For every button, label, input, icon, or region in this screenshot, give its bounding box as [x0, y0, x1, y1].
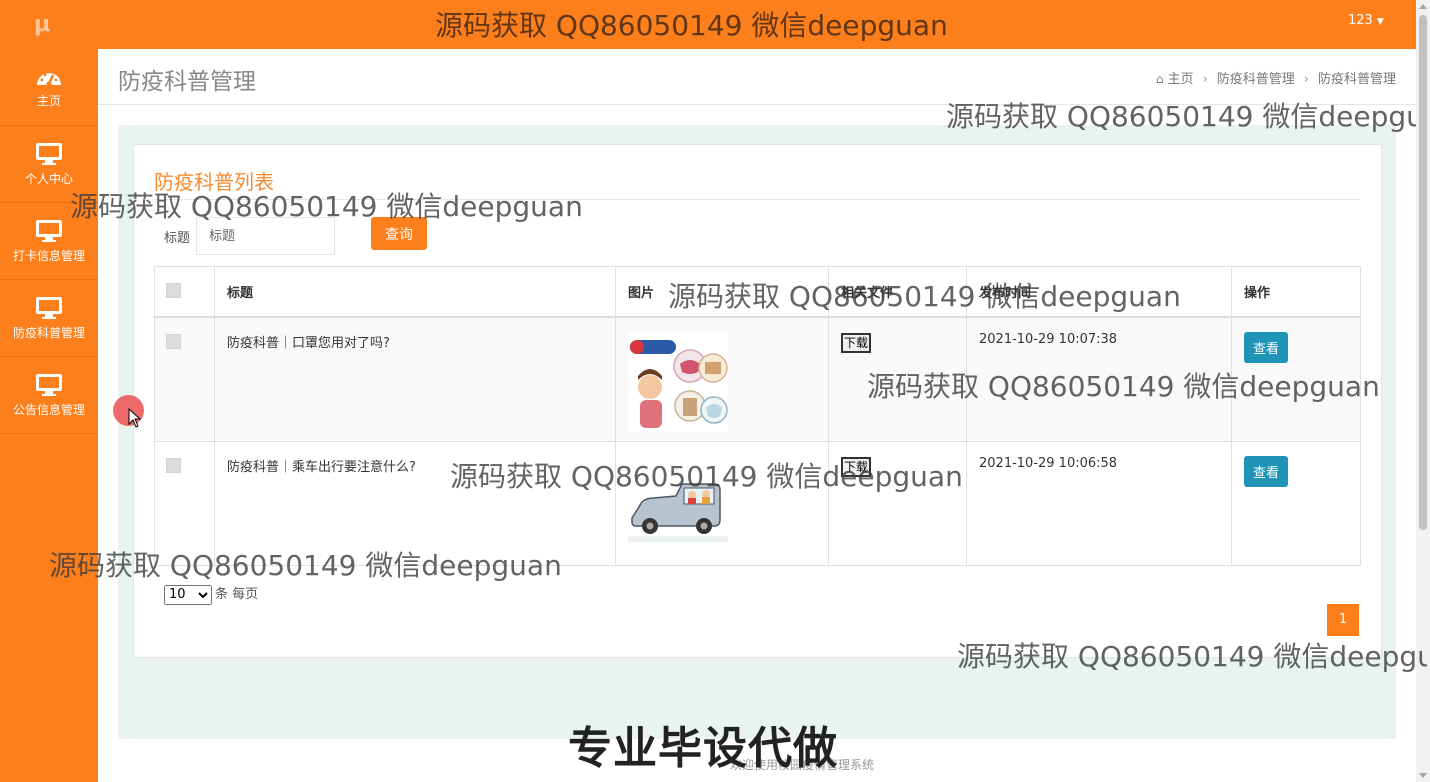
select-all-cell: [154, 266, 215, 318]
breadcrumb-home[interactable]: 主页: [1168, 68, 1194, 87]
sidebar-item-checkin-management[interactable]: 打卡信息管理: [0, 203, 98, 280]
page-title: 防疫科普管理: [118, 69, 256, 95]
search-label: 标题: [164, 231, 191, 246]
column-header: 图片: [615, 266, 829, 318]
mask-infographic-thumbnail[interactable]: [628, 332, 728, 432]
monitor-icon: [36, 219, 62, 242]
row-action-cell: 查看: [1231, 440, 1361, 566]
row-file-cell: 下载: [828, 440, 967, 566]
chevron-right-icon: ›: [1303, 72, 1309, 87]
row-file-cell: 下载: [828, 316, 967, 442]
row-checkbox[interactable]: [166, 334, 181, 349]
view-button[interactable]: 查看: [1244, 332, 1289, 363]
page-size-label: 条 每页: [215, 587, 259, 602]
home-icon: ⌂: [1155, 72, 1164, 86]
science-table: 标题 图片 相关文件 发布时间 操作 防疫科普｜口罩您用对了吗? 下载 2021…: [154, 266, 1361, 566]
dashboard-icon: [37, 72, 61, 86]
caret-down-icon: ▼: [1376, 17, 1384, 27]
breadcrumb: ⌂ 主页 › 防疫科普管理 › 防疫科普管理: [1156, 68, 1396, 87]
column-header: 操作: [1231, 266, 1361, 318]
row-title: 防疫科普｜乘车出行要注意什么?: [214, 440, 616, 566]
column-header: 发布时间: [966, 266, 1232, 318]
table-row: 防疫科普｜乘车出行要注意什么? 下载 2021-10-29 10:06:58 查…: [154, 440, 1361, 566]
row-image-cell: [615, 440, 829, 566]
table-row: 防疫科普｜口罩您用对了吗? 下载 2021-10-29 10:07:38 查看: [154, 316, 1361, 442]
sidebar-item-announcements[interactable]: 公告信息管理: [0, 357, 98, 434]
monitor-icon: [36, 142, 62, 165]
sidebar: 主页 个人中心 打卡信息管理 防疫科普管理 公告信息管理: [0, 49, 98, 782]
page-size-select[interactable]: 10: [164, 584, 212, 605]
scroll-down-arrow-icon[interactable]: [1419, 773, 1427, 778]
row-time: 2021-10-29 10:06:58: [966, 440, 1232, 566]
breadcrumb-current: 防疫科普管理: [1317, 72, 1396, 87]
column-header: 标题: [214, 266, 616, 318]
sidebar-item-label: 防疫科普管理: [12, 325, 85, 340]
chevron-right-icon: ›: [1202, 72, 1208, 87]
sidebar-item-home[interactable]: 主页: [0, 49, 98, 126]
sidebar-item-label: 个人中心: [24, 171, 73, 186]
ad-overlay-text: 专业毕设代做: [568, 723, 838, 774]
car-cartoon-thumbnail[interactable]: [628, 455, 728, 556]
divider: [154, 199, 1360, 200]
row-image-cell: [615, 316, 829, 442]
sidebar-item-label: 打卡信息管理: [12, 248, 85, 263]
sidebar-item-personal-center[interactable]: 个人中心: [0, 126, 98, 203]
table-header-row: 标题 图片 相关文件 发布时间 操作: [154, 266, 1361, 318]
mouse-cursor-icon: [128, 408, 142, 428]
page-header: 防疫科普管理 ⌂ 主页 › 防疫科普管理 › 防疫科普管理: [98, 49, 1416, 105]
user-name: 123: [1348, 13, 1373, 28]
sidebar-item-epidemic-science[interactable]: 防疫科普管理: [0, 280, 98, 357]
row-checkbox[interactable]: [166, 457, 181, 473]
search-title-input[interactable]: [196, 217, 335, 255]
monitor-icon: [36, 373, 62, 396]
view-button[interactable]: 查看: [1244, 455, 1289, 487]
search-button[interactable]: 查询: [371, 217, 427, 250]
row-time: 2021-10-29 10:07:38: [966, 316, 1232, 442]
select-all-checkbox[interactable]: [166, 283, 181, 298]
breadcrumb-section[interactable]: 防疫科普管理: [1217, 68, 1295, 87]
app-logo[interactable]: μ: [34, 12, 50, 37]
row-title: 防疫科普｜口罩您用对了吗?: [214, 316, 616, 442]
sidebar-item-label: 主页: [36, 93, 61, 108]
top-navbar: μ 123 ▼: [0, 0, 1416, 49]
scrollbar-thumb[interactable]: [1419, 15, 1427, 530]
list-card: 防疫科普列表 标题 查询 标题 图片 相关文件 发布时间 操作 防疫科普｜口罩您…: [133, 144, 1382, 658]
download-button[interactable]: 下载: [841, 333, 872, 353]
card-title: 防疫科普列表: [154, 170, 274, 194]
sidebar-item-label: 公告信息管理: [12, 402, 85, 417]
pagination-page-button[interactable]: 1: [1327, 604, 1359, 636]
column-header: 相关文件: [828, 266, 967, 318]
monitor-icon: [36, 296, 62, 319]
page-size-control: 10 条 每页: [164, 583, 258, 605]
scroll-up-arrow-icon[interactable]: [1419, 4, 1427, 9]
user-menu[interactable]: 123 ▼: [1348, 13, 1384, 28]
row-action-cell: 查看: [1231, 316, 1361, 442]
download-button[interactable]: 下载: [841, 456, 872, 477]
